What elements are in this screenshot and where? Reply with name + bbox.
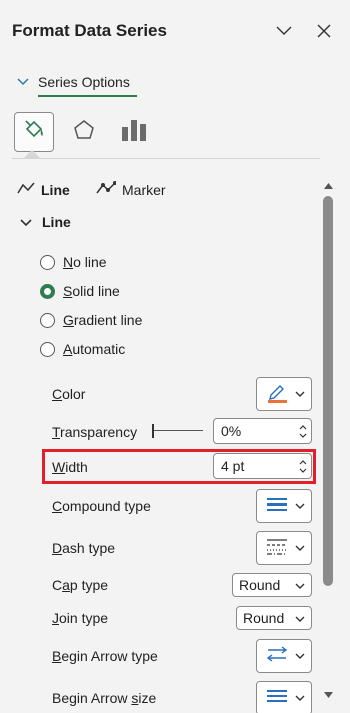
subtab-line-label: Line [41, 181, 70, 198]
radio-label: No line [63, 254, 107, 270]
scrollbar-thumb[interactable] [323, 196, 333, 586]
radio-label: Solid line [63, 283, 120, 299]
chevron-down-icon [295, 647, 305, 665]
spin-up-icon [299, 459, 307, 464]
radio-automatic[interactable]: Automatic [40, 341, 125, 357]
subtab-marker-label: Marker [122, 181, 166, 198]
chevron-down-icon [295, 385, 305, 403]
chevron-down-icon [295, 689, 305, 707]
paint-bucket-icon [21, 117, 47, 148]
begin-arrow-size-label: Begin Arrow size [52, 690, 157, 706]
join-type-label: Join type [52, 610, 109, 626]
radio-gradient-line[interactable]: Gradient line [40, 312, 142, 328]
compound-type-label: Compound type [52, 498, 151, 514]
pane-options-chevron-icon[interactable] [272, 19, 296, 43]
chevron-down-icon [295, 539, 305, 557]
radio-button[interactable] [40, 254, 55, 270]
pane-title: Format Data Series [12, 21, 167, 40]
line-icon [17, 181, 35, 198]
tab-underline [38, 95, 137, 97]
chevron-down-icon [20, 214, 32, 230]
transparency-spinner[interactable] [213, 418, 312, 444]
radio-no-line[interactable]: No line [40, 254, 107, 270]
bar-chart-icon [120, 117, 148, 148]
join-type-value: Round [243, 610, 285, 626]
subtab-marker[interactable]: Marker [96, 181, 166, 198]
chevron-down-icon [16, 74, 30, 90]
spin-arrows[interactable] [299, 424, 307, 438]
cap-type-select[interactable]: Round [232, 573, 312, 597]
marker-icon [96, 181, 117, 198]
radio-button-checked[interactable] [40, 283, 55, 299]
tab-series-options[interactable]: Series Options [16, 66, 130, 98]
chevron-down-icon [295, 577, 305, 593]
color-label: Color [52, 386, 86, 402]
begin-arrow-type-dropdown[interactable] [256, 639, 312, 673]
transparency-slider-thumb[interactable] [152, 424, 154, 438]
color-dropdown[interactable] [256, 377, 312, 411]
dash-type-label: Dash type [52, 540, 116, 556]
section-line-header[interactable]: Line [20, 214, 71, 230]
spin-arrows[interactable] [299, 459, 307, 473]
begin-arrow-size-dropdown[interactable] [256, 681, 312, 713]
divider [12, 158, 320, 159]
radio-solid-line[interactable]: Solid line [40, 283, 120, 299]
arrow-size-icon [265, 686, 289, 711]
triangle-down-icon [323, 692, 333, 698]
cap-type-value: Round [239, 577, 281, 593]
width-input[interactable] [221, 458, 271, 474]
section-line-title: Line [42, 214, 71, 230]
join-type-select[interactable]: Round [236, 606, 312, 630]
cap-type-label: Cap type [52, 577, 109, 593]
subtab-line[interactable]: Line [17, 181, 70, 198]
transparency-slider-track[interactable] [153, 430, 203, 431]
transparency-input[interactable] [221, 423, 271, 439]
spin-down-icon [299, 468, 307, 473]
radio-label: Automatic [63, 341, 126, 357]
spin-up-icon [299, 424, 307, 429]
radio-button[interactable] [40, 341, 55, 357]
scroll-down-arrow[interactable] [322, 689, 334, 701]
triangle-up-icon [323, 183, 333, 189]
width-spinner[interactable] [213, 453, 312, 479]
double-arrow-icon [265, 644, 289, 669]
spin-down-icon [299, 433, 307, 438]
radio-label: Gradient line [63, 312, 143, 328]
series-options-tab[interactable] [114, 112, 154, 152]
close-icon[interactable] [312, 19, 336, 43]
scroll-up-arrow[interactable] [322, 180, 334, 192]
fill-line-tab[interactable] [14, 112, 54, 152]
effects-tab[interactable] [64, 112, 104, 152]
dash-lines-icon [265, 536, 289, 561]
pen-color-icon [265, 380, 289, 409]
compound-type-dropdown[interactable] [256, 489, 312, 523]
chevron-down-icon [295, 497, 305, 515]
chevron-down-icon [295, 610, 305, 626]
width-label: Width [52, 459, 88, 475]
transparency-label: Transparency [52, 424, 138, 440]
radio-button[interactable] [40, 312, 55, 328]
begin-arrow-type-label: Begin Arrow type [52, 648, 158, 664]
compound-lines-icon [265, 494, 289, 519]
dash-type-dropdown[interactable] [256, 531, 312, 565]
pentagon-icon [72, 118, 96, 147]
tab-series-options-label: Series Options [38, 74, 130, 90]
